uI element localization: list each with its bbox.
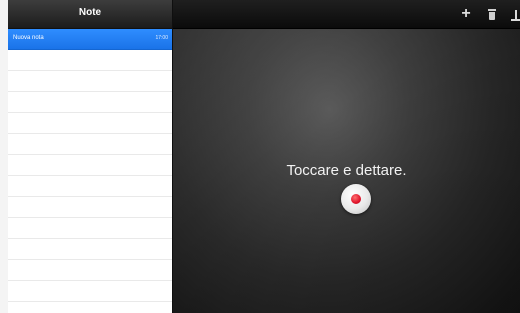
- empty-row: [8, 260, 172, 281]
- share-icon[interactable]: [507, 5, 520, 23]
- empty-row: [8, 134, 172, 155]
- empty-row: [8, 239, 172, 260]
- app-window: Note Nuova nota 17:00 + Toccare e dettar…: [0, 0, 520, 313]
- microphone-icon: [351, 194, 361, 204]
- empty-row: [8, 113, 172, 134]
- empty-row: [8, 92, 172, 113]
- empty-row: [8, 302, 172, 313]
- note-time: 17:00: [155, 35, 168, 41]
- dictation-pane: + Toccare e dettare.: [173, 0, 520, 313]
- empty-row: [8, 281, 172, 302]
- empty-row: [8, 155, 172, 176]
- notes-sidebar: Note Nuova nota 17:00: [8, 0, 172, 313]
- plus-icon[interactable]: +: [457, 5, 475, 23]
- empty-row: [8, 71, 172, 92]
- sidebar-header: Note: [8, 0, 172, 29]
- empty-row: [8, 50, 172, 71]
- main-toolbar: +: [173, 0, 520, 29]
- empty-row: [8, 197, 172, 218]
- dictation-prompt: Toccare e dettare.: [286, 162, 407, 179]
- sidebar-title: Note: [78, 7, 102, 18]
- empty-row: [8, 176, 172, 197]
- empty-row: [8, 218, 172, 239]
- record-button[interactable]: [341, 184, 371, 214]
- note-item-selected[interactable]: Nuova nota 17:00: [8, 29, 172, 50]
- notes-list: Nuova nota 17:00: [8, 29, 172, 313]
- background-sheen: [173, 0, 520, 313]
- trash-icon[interactable]: [483, 5, 501, 23]
- left-edge: [0, 0, 8, 313]
- note-title: Nuova nota: [13, 35, 44, 41]
